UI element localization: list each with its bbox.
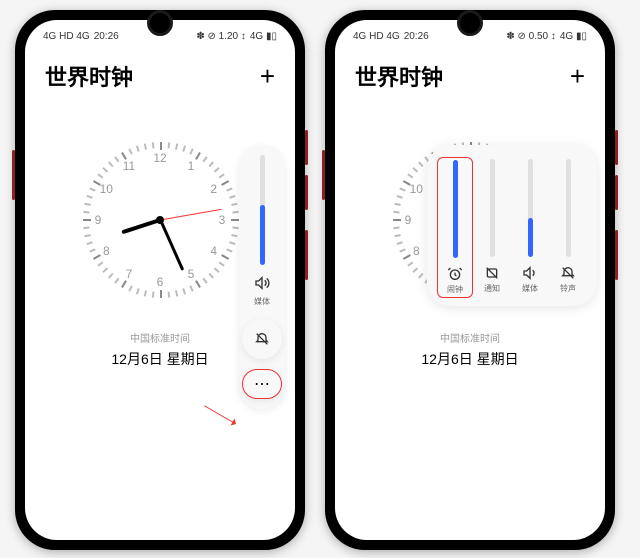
screen: 4G HD 4G 20:26 ✽ ⊘ 1.20 ↕ 4G ▮▯ 世界时钟 + 1… — [25, 20, 295, 540]
ring-volume-column: 铃声 — [550, 159, 586, 296]
phone-1: 4G HD 4G 20:26 ✽ ⊘ 1.20 ↕ 4G ▮▯ 世界时钟 + 1… — [15, 10, 305, 550]
side-button[interactable] — [305, 230, 308, 280]
power-button[interactable] — [12, 150, 15, 200]
volume-down-button[interactable] — [305, 175, 308, 210]
volume-panel-compact: 媒体 ⋯ — [239, 145, 285, 409]
volume-up-button[interactable] — [615, 130, 618, 165]
media-label: 媒体 — [254, 296, 270, 307]
page-title: 世界时钟 — [355, 60, 443, 92]
battery-icon: 4G ▮▯ — [560, 31, 587, 42]
notify-off-icon — [484, 265, 500, 281]
alarm-icon — [447, 266, 463, 282]
speaker-icon — [522, 265, 538, 281]
screen: 4G HD 4G 20:26 ✽ ⊘ 0.50 ↕ 4G ▮▯ 世界时钟 + 1… — [335, 20, 605, 540]
mute-button[interactable] — [242, 319, 282, 359]
notify-volume-column: 通知 — [474, 159, 510, 296]
ring-volume-slider[interactable] — [566, 159, 571, 257]
media-volume-slider[interactable] — [260, 155, 265, 265]
side-button[interactable] — [615, 230, 618, 280]
media-volume-slider[interactable] — [528, 159, 533, 257]
status-time: 20:26 — [404, 31, 429, 42]
status-icons: ✽ ⊘ 1.20 ↕ — [196, 31, 246, 42]
add-button[interactable]: + — [570, 61, 585, 92]
alarm-label: 闹钟 — [447, 284, 463, 295]
ring-off-icon — [560, 265, 576, 281]
ring-label: 铃声 — [560, 283, 576, 294]
carrier-icons: 4G HD 4G — [353, 31, 400, 42]
power-button[interactable] — [322, 150, 325, 200]
media-label: 媒体 — [522, 283, 538, 294]
analog-clock: 121234567891011 — [80, 140, 240, 300]
speaker-icon — [254, 275, 270, 294]
more-button[interactable]: ⋯ — [242, 369, 282, 399]
header: 世界时钟 + — [335, 48, 605, 100]
carrier-icons: 4G HD 4G — [43, 31, 90, 42]
more-icon: ⋯ — [254, 374, 270, 394]
battery-icon: 4G ▮▯ — [250, 31, 277, 42]
date-label: 12月6日 星期日 — [335, 349, 605, 369]
media-volume-column: 媒体 — [512, 159, 548, 296]
notify-label: 通知 — [484, 283, 500, 294]
content: 121234567891011 中国标准时间 12月6日 星期日 媒体 ⋯ — [25, 100, 295, 540]
content: 121234567891011 中国标准时间 12月6日 星期日 闹钟 通知 — [335, 100, 605, 540]
annotation-arrow — [197, 402, 237, 442]
status-bar: 4G HD 4G 20:26 ✽ ⊘ 0.50 ↕ 4G ▮▯ — [335, 24, 605, 48]
status-time: 20:26 — [94, 31, 119, 42]
phone-2: 4G HD 4G 20:26 ✽ ⊘ 0.50 ↕ 4G ▮▯ 世界时钟 + 1… — [325, 10, 615, 550]
status-bar: 4G HD 4G 20:26 ✽ ⊘ 1.20 ↕ 4G ▮▯ — [25, 24, 295, 48]
volume-panel-expanded: 闹钟 通知 媒体 铃声 — [427, 145, 597, 306]
status-icons: ✽ ⊘ 0.50 ↕ — [506, 31, 556, 42]
page-title: 世界时钟 — [45, 60, 133, 92]
header: 世界时钟 + — [25, 48, 295, 100]
volume-down-button[interactable] — [615, 175, 618, 210]
alarm-volume-slider[interactable] — [453, 160, 458, 258]
volume-up-button[interactable] — [305, 130, 308, 165]
timezone-label: 中国标准时间 — [335, 330, 605, 345]
add-button[interactable]: + — [260, 61, 275, 92]
notify-volume-slider[interactable] — [490, 159, 495, 257]
alarm-volume-column: 闹钟 — [437, 157, 473, 298]
